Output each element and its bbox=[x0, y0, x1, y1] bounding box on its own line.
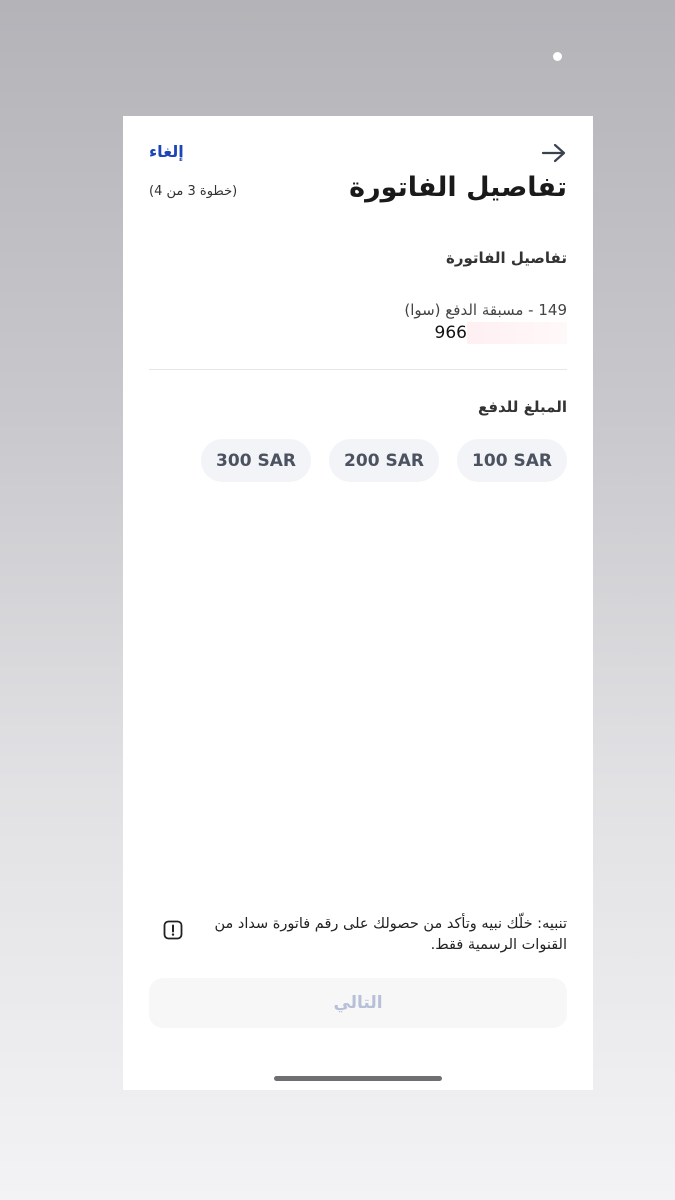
back-button[interactable] bbox=[541, 142, 567, 164]
amount-section-title: المبلغ للدفع bbox=[477, 398, 567, 416]
amount-option-300[interactable]: 300 SAR bbox=[201, 439, 311, 482]
bill-number-prefix: 966 bbox=[434, 323, 467, 343]
page-title: تفاصيل الفاتورة bbox=[349, 172, 567, 203]
status-dot bbox=[553, 52, 562, 61]
next-button[interactable]: التالي bbox=[149, 978, 567, 1028]
security-notice: تنبيه: خلّك نبيه وتأكد من حصولك على رقم … bbox=[163, 914, 567, 956]
notice-text: تنبيه: خلّك نبيه وتأكد من حصولك على رقم … bbox=[214, 916, 567, 953]
cancel-link[interactable]: إلغاء bbox=[149, 142, 184, 161]
exclamation-icon bbox=[163, 920, 183, 940]
amount-option-100[interactable]: 100 SAR bbox=[457, 439, 567, 482]
arrow-right-icon bbox=[541, 143, 566, 163]
bill-number: 966 bbox=[435, 322, 567, 344]
home-indicator bbox=[274, 1076, 442, 1081]
bill-details-card: إلغاء تفاصيل الفاتورة (خطوة 3 من 4) تفاص… bbox=[123, 116, 593, 1090]
step-indicator: (خطوة 3 من 4) bbox=[149, 184, 238, 199]
bill-type: 149 - مسبقة الدفع (سوا) bbox=[404, 301, 567, 319]
amount-option-200[interactable]: 200 SAR bbox=[329, 439, 439, 482]
bill-section-title: تفاصيل الفاتورة bbox=[445, 249, 567, 267]
bill-number-masked bbox=[467, 322, 567, 344]
amount-options: 100 SAR 200 SAR 300 SAR bbox=[201, 439, 567, 482]
divider bbox=[149, 369, 567, 370]
